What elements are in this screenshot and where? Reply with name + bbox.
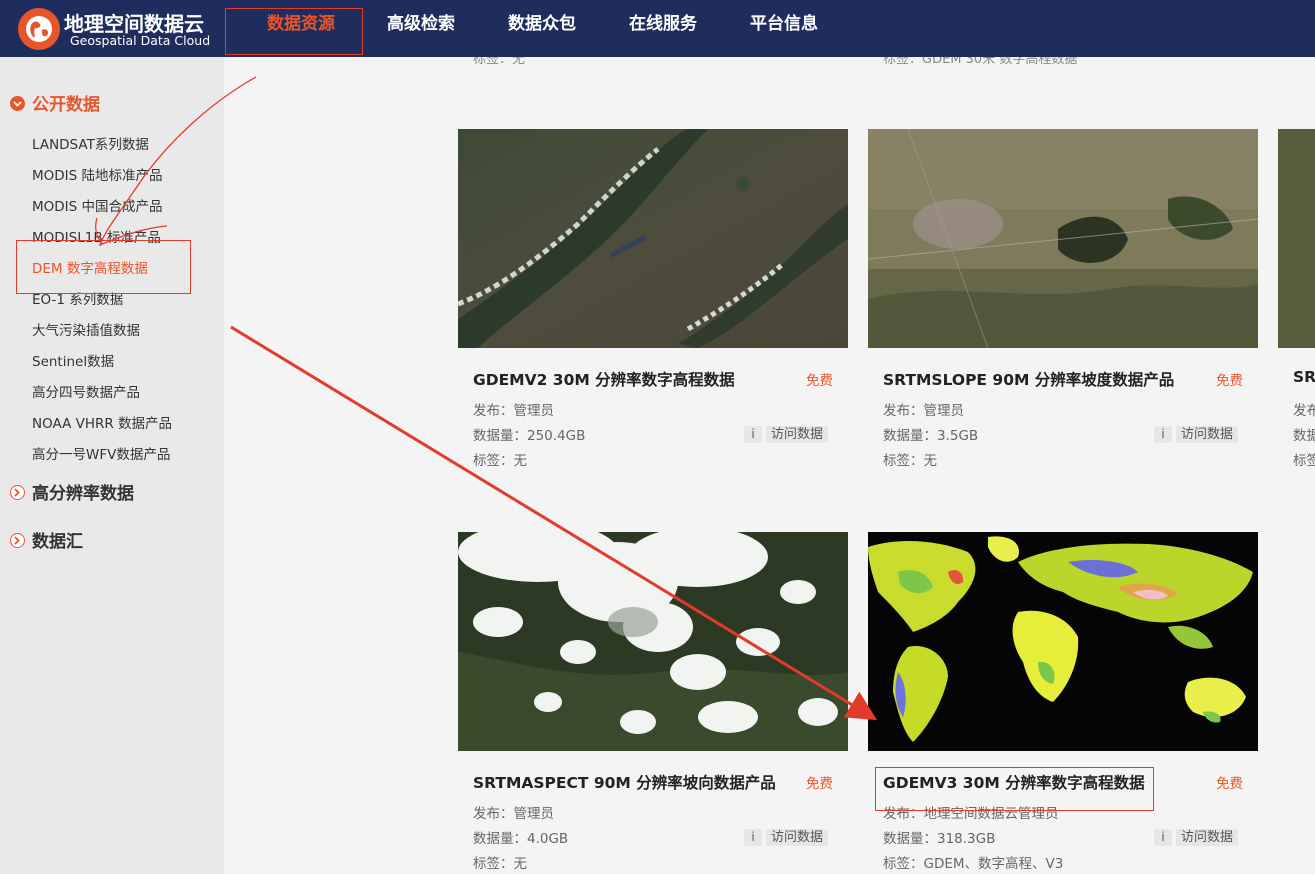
dataset-size: 数据量：318.3GB (883, 831, 996, 847)
free-badge: 免费 (806, 373, 833, 389)
sidebar-item-modis-china[interactable]: MODIS 中国合成产品 (32, 195, 163, 215)
chevron-down-icon (10, 96, 25, 111)
nav-crowdsourcing[interactable]: 数据众包 (508, 0, 576, 50)
dataset-tags: 标签：无 (473, 453, 527, 469)
sidebar-item-eo1[interactable]: EO-1 系列数据 (32, 288, 123, 308)
dataset-title[interactable]: SRTMSLOPE 90M 分辨率坡度数据产品 (883, 368, 1174, 390)
dataset-title[interactable]: GDEMV2 30M 分辨率数字高程数据 (473, 368, 735, 390)
free-badge: 免费 (1216, 373, 1243, 389)
dataset-tags: 标签：无 (883, 453, 937, 469)
sidebar-item-gf1-wfv[interactable]: 高分一号WFV数据产品 (32, 443, 170, 463)
dataset-size: 数据量：250.4GB (473, 428, 586, 444)
dataset-thumbnail-partial[interactable] (1278, 129, 1315, 348)
visit-data-button[interactable]: 访问数据 (766, 426, 829, 443)
dataset-thumbnail[interactable] (868, 129, 1258, 348)
top-navigation-bar: 地理空间数据云 Geospatial Data Cloud 数据资源 高级检索 … (0, 0, 1315, 57)
dataset-thumbnail[interactable] (868, 532, 1258, 751)
info-button[interactable]: i (744, 829, 762, 846)
dataset-publisher: 发布：地理空间数据云管理员 (883, 806, 1059, 822)
dataset-size-partial: 数据 (1293, 428, 1315, 444)
visit-data-button[interactable]: 访问数据 (1176, 829, 1239, 846)
category-public-data[interactable]: 公开数据 (10, 90, 100, 115)
globe-logo-icon (18, 8, 60, 50)
sidebar-item-dem[interactable]: DEM 数字高程数据 (32, 257, 148, 277)
nav-online-services[interactable]: 在线服务 (629, 0, 697, 50)
sidebar-item-modisl1b[interactable]: MODISL1B 标准产品 (32, 226, 161, 246)
dataset-tags: 标签：无 (473, 856, 527, 872)
sidebar-item-modis-land[interactable]: MODIS 陆地标准产品 (32, 164, 163, 184)
category-label: 公开数据 (32, 95, 100, 115)
dataset-size: 数据量：3.5GB (883, 428, 979, 444)
dataset-title[interactable]: SRTMASPECT 90M 分辨率坡向数据产品 (473, 771, 776, 793)
sidebar-item-air-pollution[interactable]: 大气污染插值数据 (32, 319, 140, 339)
dataset-publisher: 发布：管理员 (473, 403, 554, 419)
category-data-hub[interactable]: 数据汇 (10, 527, 83, 552)
visit-data-button[interactable]: 访问数据 (766, 829, 829, 846)
dataset-title[interactable]: GDEMV3 30M 分辨率数字高程数据 (883, 771, 1145, 793)
free-badge: 免费 (806, 776, 833, 792)
nav-data-resources[interactable]: 数据资源 (267, 0, 335, 50)
scrolled-row-tags: 标签：GDEM 30米 数字高程数据 (883, 57, 1078, 67)
nav-platform-info[interactable]: 平台信息 (750, 0, 818, 50)
free-badge: 免费 (1216, 776, 1243, 792)
category-label: 数据汇 (32, 532, 83, 552)
dataset-thumbnail[interactable] (458, 129, 848, 348)
sidebar: 公开数据 LANDSAT系列数据 MODIS 陆地标准产品 MODIS 中国合成… (0, 57, 224, 874)
category-high-resolution[interactable]: 高分辨率数据 (10, 479, 134, 504)
dataset-thumbnail[interactable] (458, 532, 848, 751)
chevron-right-icon (10, 485, 25, 500)
sidebar-item-gf4[interactable]: 高分四号数据产品 (32, 381, 140, 401)
dataset-title-partial[interactable]: SRT (1293, 368, 1315, 386)
dataset-tags: 标签：GDEM、数字高程、V3 (883, 856, 1064, 872)
dataset-tags-partial: 标签 (1293, 453, 1315, 469)
scrolled-row-tags: 标签：无 (473, 57, 526, 67)
dataset-publisher: 发布：管理员 (883, 403, 964, 419)
visit-data-button[interactable]: 访问数据 (1176, 426, 1239, 443)
dataset-publisher-partial: 发布 (1293, 403, 1315, 419)
nav-advanced-search[interactable]: 高级检索 (387, 0, 455, 50)
dataset-publisher: 发布：管理员 (473, 806, 554, 822)
info-button[interactable]: i (1154, 426, 1172, 443)
sidebar-item-noaa[interactable]: NOAA VHRR 数据产品 (32, 412, 172, 432)
info-button[interactable]: i (744, 426, 762, 443)
brand-name-en: Geospatial Data Cloud (70, 33, 211, 48)
dataset-grid: 标签：无 标签：GDEM 30米 数字高程数据 GDEMV2 30M 分辨率数字… (224, 57, 1315, 874)
dataset-size: 数据量：4.0GB (473, 831, 569, 847)
info-button[interactable]: i (1154, 829, 1172, 846)
sidebar-item-sentinel[interactable]: Sentinel数据 (32, 350, 114, 370)
category-label: 高分辨率数据 (32, 484, 134, 504)
chevron-right-icon (10, 533, 25, 548)
sidebar-item-landsat[interactable]: LANDSAT系列数据 (32, 133, 149, 153)
